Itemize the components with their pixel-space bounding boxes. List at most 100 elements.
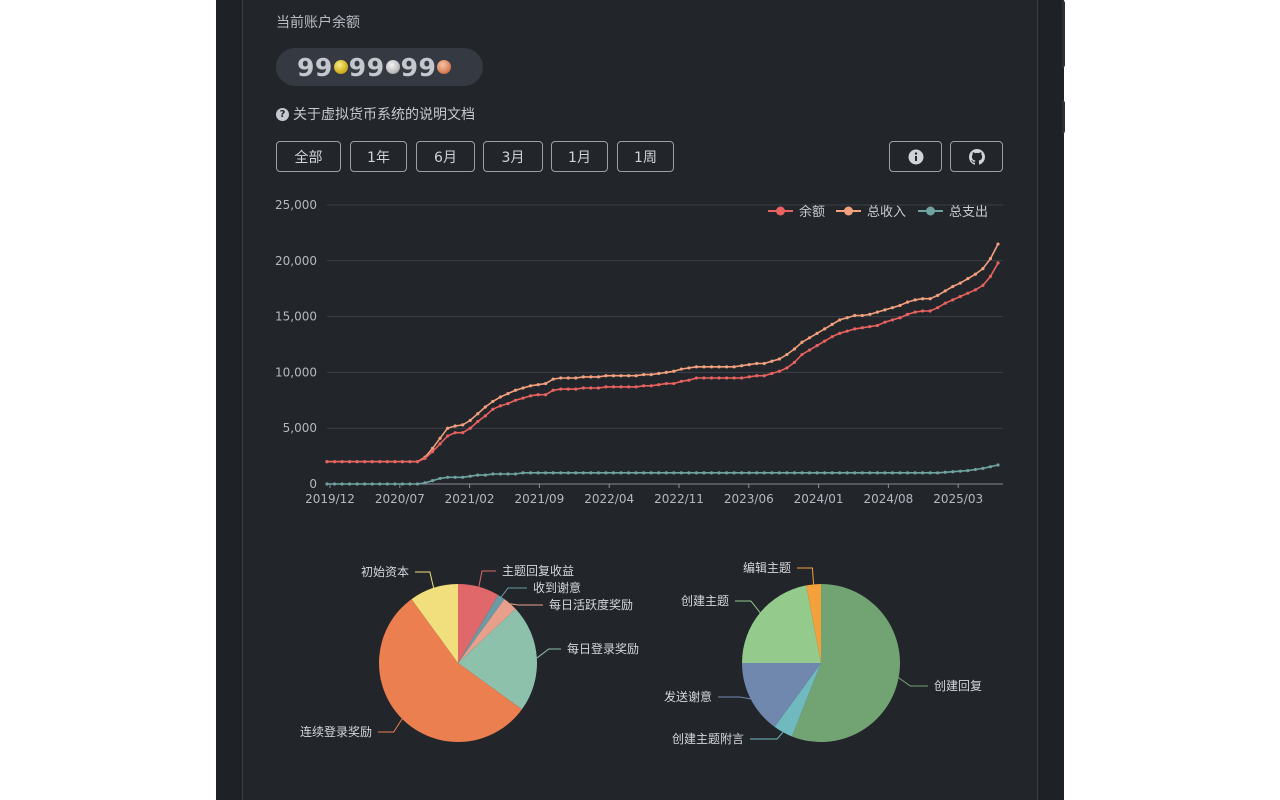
data-point — [898, 316, 902, 320]
data-point — [446, 426, 450, 430]
data-point — [679, 379, 683, 383]
y-tick-label: 15,000 — [275, 310, 317, 324]
data-point — [988, 256, 993, 261]
legend-label: 总支出 — [949, 205, 988, 220]
data-point — [936, 293, 940, 297]
data-point — [702, 471, 706, 475]
data-point — [536, 471, 540, 475]
data-point — [332, 482, 337, 486]
data-point — [679, 367, 683, 371]
data-point — [528, 384, 533, 388]
data-point — [973, 272, 977, 276]
data-point — [717, 376, 721, 380]
data-point — [936, 471, 940, 475]
data-point — [446, 434, 450, 438]
pie-label-leader — [797, 567, 815, 585]
data-point — [694, 376, 699, 380]
data-point — [762, 471, 766, 475]
data-point — [958, 294, 962, 299]
data-point — [574, 471, 578, 475]
data-point — [348, 460, 352, 464]
data-point — [853, 313, 857, 318]
data-point — [996, 463, 1000, 467]
data-point — [611, 374, 616, 378]
x-tick-label: 2019/12 — [305, 492, 355, 506]
data-point — [928, 471, 932, 475]
pie-label: 创建回复 — [934, 679, 982, 693]
data-point — [845, 471, 849, 475]
data-point — [951, 298, 955, 302]
data-point — [521, 396, 525, 400]
data-point — [709, 376, 714, 380]
data-point — [860, 326, 864, 330]
data-point — [800, 352, 804, 357]
data-point — [755, 374, 759, 378]
data-point — [815, 471, 819, 475]
data-point — [740, 376, 744, 380]
data-point — [438, 436, 442, 440]
data-point — [815, 331, 819, 335]
data-point — [868, 312, 872, 316]
legend-label: 余额 — [799, 204, 825, 220]
data-point — [468, 418, 472, 422]
data-point — [709, 365, 714, 369]
data-point — [785, 471, 789, 475]
data-point — [687, 471, 691, 475]
pie-label-leader — [898, 677, 928, 687]
data-point — [694, 365, 699, 369]
data-point — [747, 375, 751, 379]
data-point — [536, 383, 540, 387]
data-point — [634, 471, 638, 475]
x-tick-label: 2021/09 — [514, 492, 564, 506]
data-point — [830, 471, 834, 475]
pie-label: 连续登录奖励 — [300, 724, 372, 739]
pie-label-leader — [478, 570, 496, 587]
data-point — [732, 365, 736, 369]
data-point — [430, 450, 435, 454]
data-point — [649, 384, 653, 388]
data-point — [476, 419, 480, 424]
data-point — [988, 465, 993, 469]
data-point — [325, 460, 329, 464]
data-point — [747, 471, 751, 475]
data-point — [740, 364, 744, 368]
data-point — [393, 482, 397, 486]
data-point — [996, 261, 1000, 265]
data-point — [438, 476, 442, 481]
data-point — [559, 376, 563, 380]
data-point — [596, 471, 601, 475]
data-point — [574, 376, 578, 380]
data-point — [461, 475, 465, 479]
data-point — [468, 426, 472, 430]
data-point — [664, 370, 668, 374]
data-point — [868, 471, 872, 475]
data-point — [845, 329, 849, 333]
y-tick-label: 0 — [309, 477, 317, 491]
data-point — [657, 471, 661, 475]
data-point — [672, 471, 676, 475]
data-point — [913, 310, 917, 314]
data-point — [709, 471, 714, 475]
data-point — [385, 460, 389, 464]
data-point — [943, 301, 947, 305]
data-point — [649, 471, 653, 475]
data-point — [626, 385, 631, 389]
data-point — [694, 471, 699, 475]
pie-label: 发送谢意 — [664, 689, 712, 704]
data-point — [325, 482, 329, 486]
data-point — [732, 471, 736, 475]
data-point — [370, 460, 374, 464]
data-point — [724, 365, 729, 369]
data-point — [483, 414, 487, 418]
data-point — [596, 386, 601, 390]
data-point — [717, 365, 721, 369]
data-point — [491, 472, 495, 476]
data-point — [453, 475, 457, 479]
data-point — [966, 291, 970, 295]
data-point — [506, 392, 510, 396]
data-point — [747, 362, 751, 367]
data-point — [702, 376, 706, 380]
data-point — [461, 431, 465, 435]
data-point — [838, 471, 842, 475]
data-point — [913, 471, 917, 475]
